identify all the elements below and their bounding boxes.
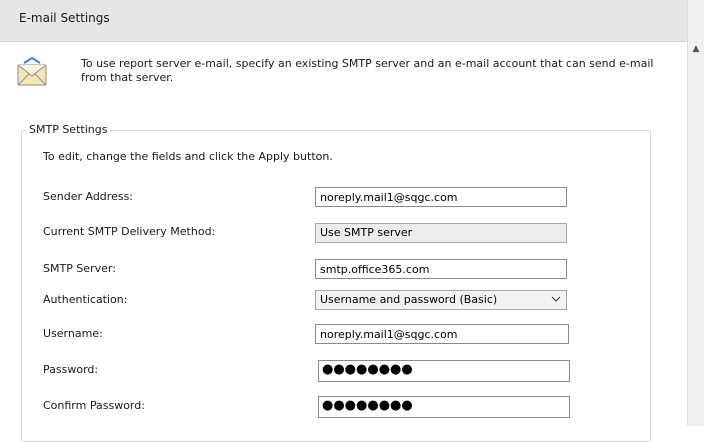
instruction-text: To edit, change the fields and click the…	[43, 150, 333, 163]
smtp-server-input[interactable]	[315, 259, 567, 279]
title-bar: E-mail Settings	[0, 0, 704, 42]
envelope-icon	[17, 57, 47, 86]
scroll-up-arrow-icon[interactable]: ▲	[690, 43, 702, 55]
delivery-method-label: Current SMTP Delivery Method:	[43, 225, 216, 238]
password-mask: ●●●●●●●●	[322, 362, 413, 377]
authentication-select[interactable]: Username and password (Basic)	[315, 290, 567, 310]
confirm-password-input[interactable]: ●●●●●●●●	[318, 396, 570, 418]
sender-address-input[interactable]	[315, 187, 567, 207]
username-label: Username:	[43, 327, 103, 340]
password-label: Password:	[43, 363, 99, 376]
sender-address-label: Sender Address:	[43, 190, 134, 203]
intro-description: To use report server e-mail, specify an …	[81, 57, 654, 84]
delivery-method-field: Use SMTP server	[315, 223, 567, 243]
password-input[interactable]: ●●●●●●●●	[318, 360, 570, 382]
delivery-method-value: Use SMTP server	[320, 226, 413, 239]
page-title: E-mail Settings	[19, 11, 110, 25]
confirm-password-label: Confirm Password:	[43, 399, 145, 412]
authentication-label: Authentication:	[43, 293, 128, 306]
username-input[interactable]	[315, 324, 569, 344]
vertical-scrollbar[interactable]	[687, 0, 704, 426]
chevron-down-icon[interactable]	[551, 291, 561, 314]
smtp-server-label: SMTP Server:	[43, 262, 116, 275]
smtp-settings-legend: SMTP Settings	[26, 123, 111, 136]
authentication-value: Username and password (Basic)	[320, 293, 498, 306]
confirm-password-mask: ●●●●●●●●	[322, 398, 413, 413]
